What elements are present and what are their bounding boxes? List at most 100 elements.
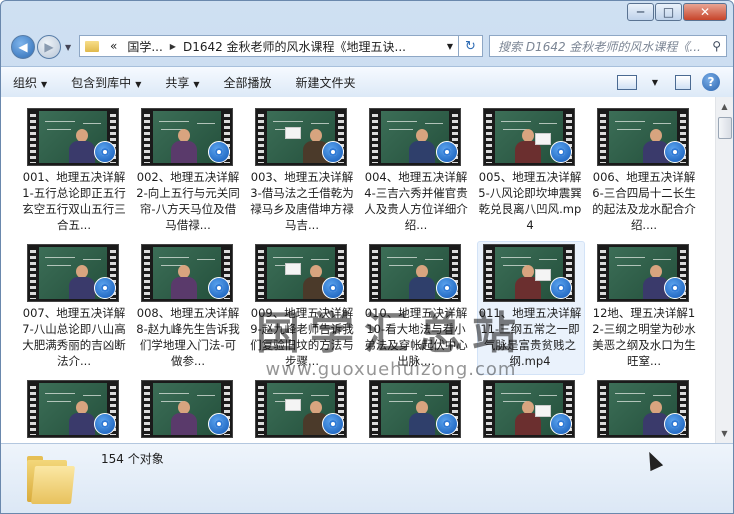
video-thumbnail (255, 108, 347, 166)
media-player-icon (550, 413, 572, 435)
breadcrumb-item[interactable]: 国学... (122, 38, 167, 55)
window-controls: ─ □ ✕ (626, 3, 727, 21)
file-name: 006、地理五决详解6-三合四局十二长生的起法及龙水配合介绍.... (592, 170, 696, 232)
media-player-icon (94, 277, 116, 299)
new-folder-button[interactable]: 新建文件夹 (284, 74, 368, 91)
share-button[interactable]: 共享 ▼ (153, 74, 211, 91)
arrow-left-icon: ◀ (18, 40, 28, 54)
media-player-icon (436, 141, 458, 163)
media-player-icon (664, 277, 686, 299)
file-item[interactable] (589, 377, 703, 443)
help-button[interactable]: ? (697, 71, 725, 93)
media-player-icon (322, 277, 344, 299)
file-name: 010、地理五决详解10-看大地法与看小弟法及穿帐起伏中心出脉.... (364, 306, 468, 368)
video-thumbnail (369, 380, 461, 438)
organize-label: 组织 (13, 75, 38, 90)
share-label: 共享 (165, 75, 190, 90)
media-player-icon (664, 141, 686, 163)
file-list: 001、地理五决详解1-五行总论即正五行玄空五行双山五行三合五... 002、地… (1, 97, 733, 443)
navigation-bar: ◀ ▶ ▼ « 国学... ▶ D1642 金秋老师的风水课程《地理五诀... … (7, 33, 727, 61)
file-item[interactable]: 011、地理五决详解11-三纲五常之一即气脉是富贵贫贱之纲.mp4 (475, 241, 589, 377)
explorer-window: ─ □ ✕ ◀ ▶ ▼ « 国学... ▶ D1642 金秋老师的风水课程《地理… (0, 0, 734, 514)
video-thumbnail (27, 380, 119, 438)
preview-pane-button[interactable] (669, 71, 697, 93)
scroll-down-icon[interactable]: ▼ (717, 426, 732, 441)
close-button[interactable]: ✕ (683, 3, 727, 21)
video-thumbnail (369, 244, 461, 302)
back-button[interactable]: ◀ (11, 35, 35, 59)
forward-button[interactable]: ▶ (37, 35, 61, 59)
video-thumbnail (141, 380, 233, 438)
media-player-icon (208, 413, 230, 435)
video-thumbnail (141, 108, 233, 166)
file-item[interactable]: 003、地理五决详解3-借马法之壬借乾为禄马乡及唐借坤方禄马吉... (247, 105, 361, 241)
file-item[interactable] (475, 377, 589, 443)
include-library-button[interactable]: 包含到库中 ▼ (59, 74, 153, 91)
media-player-icon (94, 141, 116, 163)
media-player-icon (550, 277, 572, 299)
file-item[interactable]: 001、地理五决详解1-五行总论即正五行玄空五行双山五行三合五... (19, 105, 133, 241)
file-item[interactable]: 006、地理五决详解6-三合四局十二长生的起法及龙水配合介绍.... (589, 105, 703, 241)
file-item[interactable]: 12地、理五决详解12-三纲之明堂为砂水美恶之纲及水口为生旺窒... (589, 241, 703, 377)
search-input[interactable]: 搜索 D1642 金秋老师的风水课程《... ⚲ (489, 35, 727, 57)
file-item[interactable] (19, 377, 133, 443)
file-item[interactable]: 010、地理五决详解10-看大地法与看小弟法及穿帐起伏中心出脉.... (361, 241, 475, 377)
play-all-button[interactable]: 全部播放 (212, 74, 284, 91)
scrollbar-thumb[interactable] (718, 117, 732, 139)
change-view-button[interactable] (613, 71, 641, 93)
folder-icon (85, 40, 99, 52)
video-thumbnail (255, 244, 347, 302)
media-player-icon (322, 141, 344, 163)
search-placeholder: 搜索 D1642 金秋老师的风水课程《... (498, 39, 701, 54)
video-thumbnail (369, 108, 461, 166)
file-item[interactable]: 008、地理五决详解8-赵九峰先生告诉我们学地理入门法-可做参... (133, 241, 247, 377)
address-dropdown-icon[interactable]: ▼ (442, 42, 458, 51)
command-bar: 组织 ▼ 包含到库中 ▼ 共享 ▼ 全部播放 新建文件夹 ▼ ? (1, 66, 733, 98)
refresh-icon: ↻ (465, 38, 476, 54)
chevron-down-icon: ▼ (193, 79, 200, 89)
breadcrumb-overflow[interactable]: « (105, 39, 122, 53)
organize-button[interactable]: 组织 ▼ (1, 74, 59, 91)
file-item[interactable]: 005、地理五决详解5-八风论即坎坤震巽乾兑艮离八凹风.mp4 (475, 105, 589, 241)
file-item[interactable] (133, 377, 247, 443)
recent-pages-dropdown[interactable]: ▼ (65, 43, 71, 52)
breadcrumb-item[interactable]: D1642 金秋老师的风水课程《地理五诀... (178, 38, 411, 55)
file-name: 001、地理五决详解1-五行总论即正五行玄空五行双山五行三合五... (22, 170, 126, 232)
minimize-button[interactable]: ─ (627, 3, 654, 21)
file-grid: 001、地理五决详解1-五行总论即正五行玄空五行双山五行三合五... 002、地… (19, 105, 703, 443)
help-icon: ? (702, 73, 720, 91)
search-icon[interactable]: ⚲ (707, 39, 726, 53)
chevron-down-icon: ▼ (135, 79, 142, 89)
file-item[interactable] (361, 377, 475, 443)
file-item[interactable]: 007、地理五决详解7-八山总论即八山高大肥满秀丽的吉凶断法介... (19, 241, 133, 377)
media-player-icon (436, 413, 458, 435)
item-count: 154 个对象 (101, 452, 164, 466)
video-thumbnail (483, 380, 575, 438)
file-item[interactable]: 004、地理五决详解4-三吉六秀并催官贵人及贵人方位详细介绍... (361, 105, 475, 241)
file-name: 004、地理五决详解4-三吉六秀并催官贵人及贵人方位详细介绍... (364, 170, 468, 232)
arrow-right-icon: ▶ (44, 40, 54, 54)
breadcrumb-separator-icon[interactable]: ▶ (168, 42, 178, 51)
file-item[interactable]: 002、地理五决详解2-向上五行与元关同帘-八方天马位及借马借禄... (133, 105, 247, 241)
view-dropdown[interactable]: ▼ (641, 71, 669, 93)
file-name: 005、地理五决详解5-八风论即坎坤震巽乾兑艮离八凹风.mp4 (478, 170, 582, 232)
file-name: 12地、理五决详解12-三纲之明堂为砂水美恶之纲及水口为生旺窒... (592, 306, 696, 368)
chevron-down-icon: ▼ (651, 77, 659, 87)
video-thumbnail (27, 244, 119, 302)
refresh-button[interactable]: ↻ (459, 35, 483, 57)
file-name: 009、地理五决详解9-赵九峰老师告诉我们复验旧坟的方法与步骤... (250, 306, 354, 368)
video-thumbnail (597, 380, 689, 438)
media-player-icon (322, 413, 344, 435)
scroll-up-icon[interactable]: ▲ (717, 99, 732, 114)
address-bar[interactable]: « 国学... ▶ D1642 金秋老师的风水课程《地理五诀... ▼ (79, 35, 459, 57)
file-name: 008、地理五决详解8-赵九峰先生告诉我们学地理入门法-可做参... (136, 306, 240, 368)
media-player-icon (94, 413, 116, 435)
video-thumbnail (483, 108, 575, 166)
video-thumbnail (597, 244, 689, 302)
video-thumbnail (255, 380, 347, 438)
vertical-scrollbar[interactable]: ▲ ▼ (715, 97, 733, 443)
chevron-down-icon: ▼ (41, 79, 48, 89)
file-item[interactable] (247, 377, 361, 443)
maximize-button[interactable]: □ (655, 3, 682, 21)
file-item[interactable]: 009、地理五决详解9-赵九峰老师告诉我们复验旧坟的方法与步骤... (247, 241, 361, 377)
